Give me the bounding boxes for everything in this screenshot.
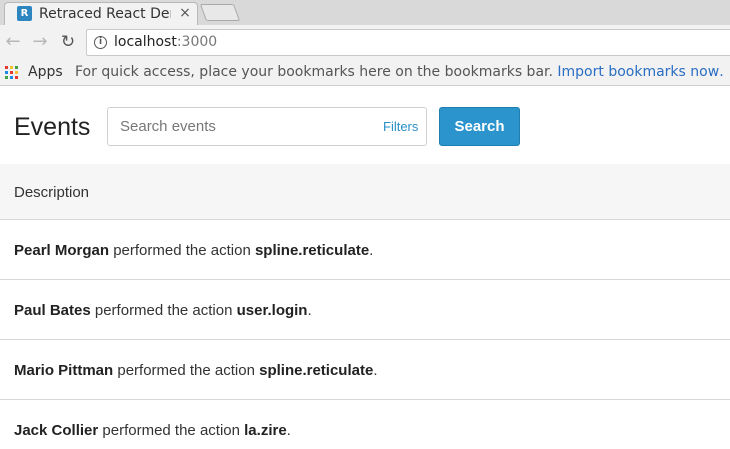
reload-icon[interactable]: ↻ [56,30,80,54]
browser-toolbar: ← → ↻ i localhost:3000 [0,25,730,60]
browser-tab[interactable]: R Retraced React Demo × [4,2,198,25]
table-row: Jack Collier performed the action la.zir… [0,400,730,449]
apps-grid-icon[interactable] [5,66,18,79]
event-description: Mario Pittman performed the action splin… [14,362,378,379]
event-action: spline.reticulate [254,242,370,259]
event-actor: Jack Collier [14,422,99,439]
filters-link[interactable]: Filters [383,119,418,134]
description-column-header: Description [14,184,90,201]
event-action: la.zire [244,422,287,439]
react-favicon-icon: R [17,6,32,21]
apps-label[interactable]: Apps [28,64,63,80]
search-input[interactable] [109,109,371,144]
new-tab-button[interactable] [199,4,241,21]
info-icon[interactable]: i [94,36,107,49]
back-arrow-icon[interactable]: ← [1,30,25,54]
address-bar[interactable]: i localhost:3000 [86,29,730,56]
event-action: user.login [236,302,308,319]
search-button[interactable]: Search [439,107,520,146]
import-bookmarks-link[interactable]: Import bookmarks now… [557,64,725,80]
event-actor: Mario Pittman [14,362,114,379]
forward-arrow-icon[interactable]: → [28,30,52,54]
table-row: Pearl Morgan performed the action spline… [0,220,730,280]
bookmarks-bar: Apps For quick access, place your bookma… [0,60,730,86]
browser-tab-strip: R Retraced React Demo × [0,0,730,25]
tab-title: Retraced React Demo [39,6,171,22]
table-header: Description [0,164,730,220]
event-actor: Pearl Morgan [14,242,110,259]
table-row: Mario Pittman performed the action splin… [0,340,730,400]
event-actor: Paul Bates [14,302,91,319]
event-description: Paul Bates performed the action user.log… [14,302,312,319]
event-description: Pearl Morgan performed the action spline… [14,242,374,259]
event-description: Jack Collier performed the action la.zir… [14,422,291,439]
page-title: Events [14,113,91,141]
tab-close-icon[interactable]: × [178,5,192,21]
bookmarks-hint: For quick access, place your bookmarks h… [75,64,725,80]
table-row: Paul Bates performed the action user.log… [0,280,730,340]
event-action: spline.reticulate [259,362,374,379]
url-text[interactable]: localhost:3000 [114,34,217,50]
search-box: Filters [107,107,427,146]
